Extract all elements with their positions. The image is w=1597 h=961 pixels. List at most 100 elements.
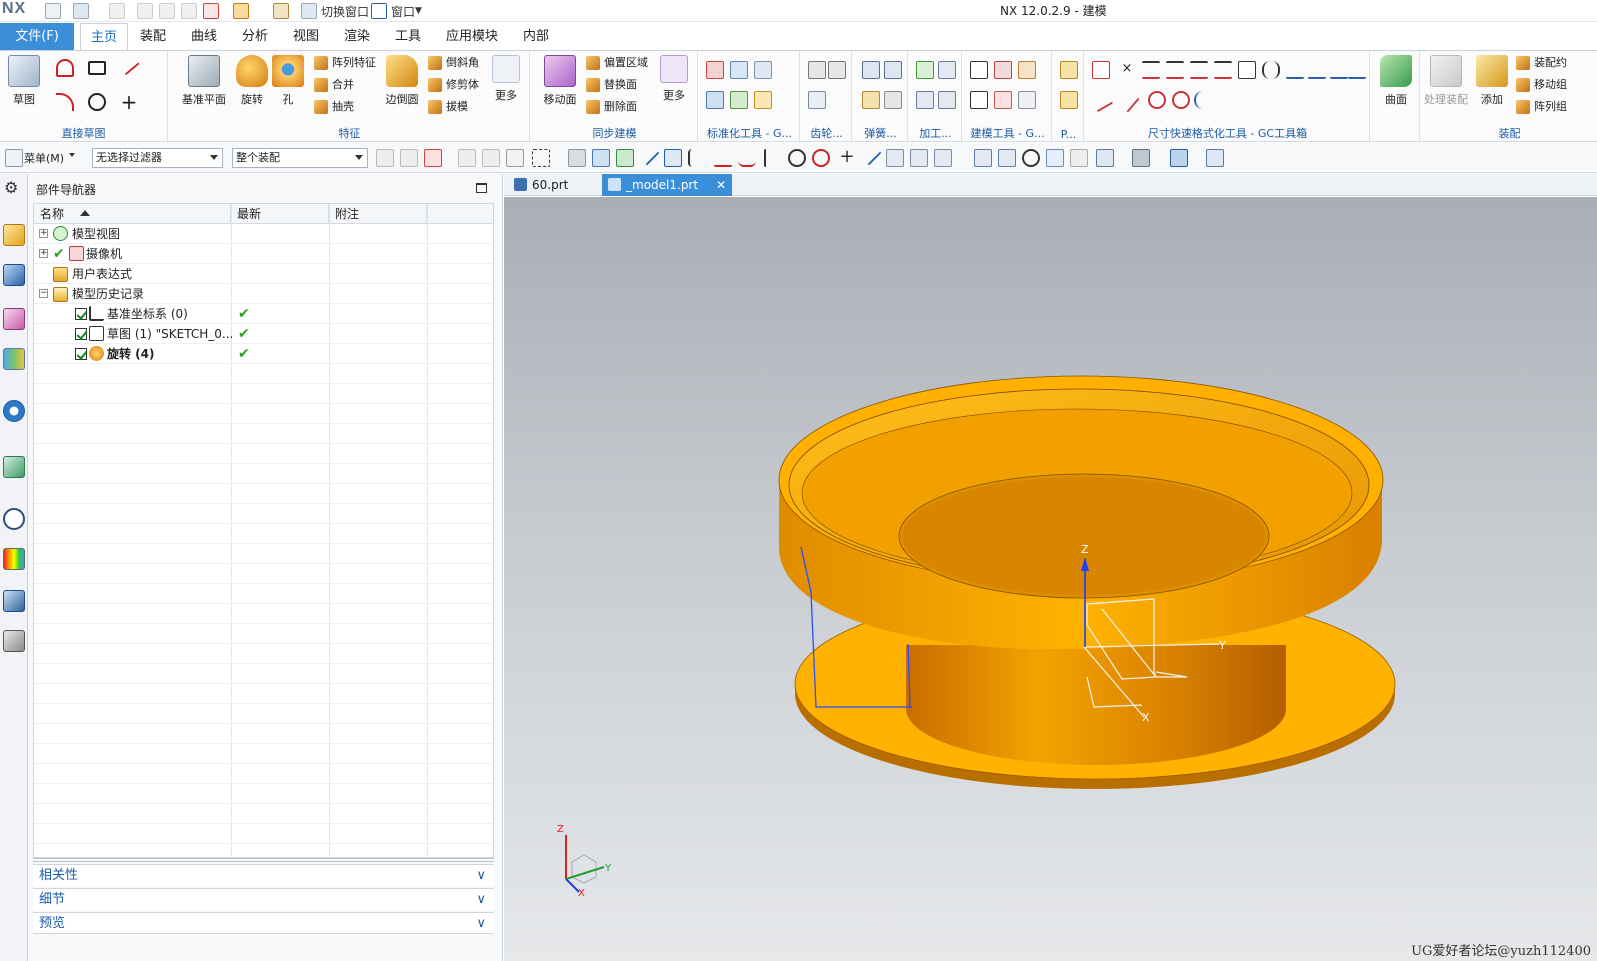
- sync-more-button[interactable]: 更多: [656, 55, 692, 103]
- dim-tool-5-icon[interactable]: [1214, 61, 1232, 79]
- pan-icon[interactable]: [1046, 149, 1064, 167]
- move-component-button[interactable]: 移动组: [1514, 75, 1567, 95]
- curve-point-icon[interactable]: [738, 149, 756, 167]
- feature-more-button[interactable]: 更多: [488, 55, 524, 103]
- window-dropdown-icon[interactable]: ▼: [415, 6, 422, 16]
- selection-priority-icon[interactable]: [458, 149, 476, 167]
- circle-icon[interactable]: [88, 93, 106, 111]
- collapse-icon[interactable]: −: [39, 289, 48, 298]
- tab-render[interactable]: 渲染: [336, 23, 378, 50]
- spring-2-icon[interactable]: [884, 61, 902, 79]
- tab-file[interactable]: 文件(F): [0, 23, 74, 50]
- dim-tool-16-icon[interactable]: [1194, 91, 1212, 109]
- trim-body-button[interactable]: 修剪体: [426, 75, 479, 95]
- snap-point-icon[interactable]: [616, 149, 634, 167]
- quadrant-point-icon[interactable]: [812, 149, 830, 167]
- fit-view-icon[interactable]: [974, 149, 992, 167]
- part-navigator-icon[interactable]: [3, 308, 25, 330]
- copy-icon[interactable]: [159, 3, 175, 19]
- surface-button[interactable]: 曲面: [1374, 55, 1418, 107]
- edge-blend-button[interactable]: 边倒圆: [382, 55, 422, 107]
- unite-button[interactable]: 合并: [312, 75, 354, 95]
- arc-icon[interactable]: [56, 93, 74, 111]
- tree-row-revolve[interactable]: 旋转 (4) ✔: [34, 344, 493, 364]
- render-style-icon[interactable]: [1096, 149, 1114, 167]
- copy-display-icon[interactable]: [203, 3, 219, 19]
- paste-icon[interactable]: [181, 3, 197, 19]
- history-icon[interactable]: [3, 508, 25, 530]
- control-point-icon[interactable]: [688, 149, 706, 167]
- dim-tool-13-icon[interactable]: [1114, 87, 1140, 113]
- dim-tool-1-icon[interactable]: [1092, 61, 1110, 79]
- std-tool-2-icon[interactable]: [730, 61, 748, 79]
- machining-4-icon[interactable]: [938, 91, 956, 109]
- dim-tool-11-icon[interactable]: [1348, 61, 1366, 79]
- tree-row-sketch[interactable]: 草图 (1) "SKETCH_0... ✔: [34, 324, 493, 344]
- replace-face-button[interactable]: 替换面: [584, 75, 637, 95]
- select-all-icon[interactable]: [400, 149, 418, 167]
- maximize-icon[interactable]: [476, 183, 487, 193]
- solid-body-icon[interactable]: [568, 149, 586, 167]
- menu-icon[interactable]: [5, 149, 23, 167]
- column-header-comment[interactable]: 附注: [329, 204, 427, 224]
- modeling-tool-5-icon[interactable]: [994, 91, 1012, 109]
- grid-icon[interactable]: [934, 149, 952, 167]
- modeling-tool-1-icon[interactable]: [970, 61, 988, 79]
- dim-tool-14-icon[interactable]: [1148, 91, 1166, 109]
- pattern-feature-button[interactable]: 阵列特征: [312, 53, 376, 73]
- bounded-grid-icon[interactable]: [910, 149, 928, 167]
- tab-home[interactable]: 主页: [80, 23, 129, 50]
- window-button[interactable]: 窗口: [391, 3, 415, 20]
- suppress-checkbox[interactable]: [75, 328, 87, 340]
- rectangle-icon[interactable]: [88, 61, 106, 75]
- suppress-checkbox[interactable]: [75, 348, 87, 360]
- splitter[interactable]: [33, 858, 494, 862]
- modeling-tool-4-icon[interactable]: [970, 91, 988, 109]
- dim-tool-12-icon[interactable]: [1088, 87, 1114, 113]
- chamfer-button[interactable]: 倒斜角: [426, 53, 479, 73]
- shaded-icon[interactable]: [1132, 149, 1150, 167]
- dim-tool-7-icon[interactable]: [1262, 61, 1280, 79]
- point-on-surface-icon[interactable]: [886, 149, 904, 167]
- reuse-library-icon[interactable]: [3, 348, 25, 370]
- orient-view-icon[interactable]: [1170, 149, 1188, 167]
- snap-options-icon[interactable]: [424, 149, 442, 167]
- panel-details[interactable]: 细节 ∨: [33, 888, 494, 910]
- rectangle-select-icon[interactable]: [532, 149, 550, 167]
- tab-internal[interactable]: 内部: [515, 23, 557, 50]
- modeling-tool-2-icon[interactable]: [994, 61, 1012, 79]
- menu-dropdown-icon[interactable]: [69, 153, 75, 157]
- face-filter-icon[interactable]: [592, 149, 610, 167]
- hole-button[interactable]: 孔: [266, 55, 310, 107]
- selection-filter-select[interactable]: 无选择过滤器: [92, 148, 223, 168]
- delete-face-button[interactable]: 删除面: [584, 97, 637, 117]
- shell-button[interactable]: 抽壳: [312, 97, 354, 117]
- tab-tools[interactable]: 工具: [387, 23, 429, 50]
- command-finder-icon[interactable]: [233, 3, 249, 19]
- hd3d-tools-icon[interactable]: [3, 400, 25, 422]
- std-tool-3-icon[interactable]: [754, 61, 772, 79]
- line-icon[interactable]: [118, 54, 140, 76]
- doc-tab-60[interactable]: 60.prt: [508, 174, 600, 196]
- column-header-uptodate[interactable]: 最新: [231, 204, 329, 224]
- settings-gear-icon[interactable]: ⚙: [4, 178, 18, 197]
- part-model-render[interactable]: Z Y X Z Y X: [504, 197, 1597, 961]
- std-tool-5-icon[interactable]: [730, 91, 748, 109]
- intersection-point-icon[interactable]: [714, 149, 732, 167]
- existing-point-icon[interactable]: +: [838, 148, 856, 167]
- dim-tool-3-icon[interactable]: [1166, 61, 1184, 79]
- zoom-icon[interactable]: [998, 149, 1016, 167]
- assembly-navigator-icon[interactable]: [3, 224, 25, 246]
- panel-dependencies[interactable]: 相关性 ∨: [33, 864, 494, 886]
- machining-2-icon[interactable]: [938, 61, 956, 79]
- machining-1-icon[interactable]: [916, 61, 934, 79]
- dim-tool-4-icon[interactable]: [1190, 61, 1208, 79]
- tree-row-datum-csys[interactable]: 基准坐标系 (0) ✔: [34, 304, 493, 324]
- view-triad-icon[interactable]: [1070, 149, 1088, 167]
- expand-icon[interactable]: +: [39, 229, 48, 238]
- process-assembly-button[interactable]: 处理装配: [1422, 55, 1470, 107]
- rotate-icon[interactable]: [1022, 149, 1040, 167]
- edit-section-icon[interactable]: [1206, 149, 1224, 167]
- window-icon[interactable]: [371, 3, 387, 19]
- menu-button[interactable]: 菜单(M): [24, 150, 64, 166]
